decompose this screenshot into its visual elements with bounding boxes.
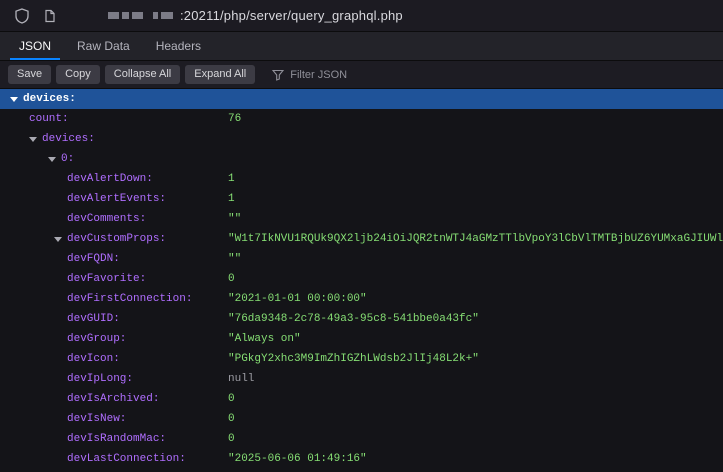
tree-row[interactable]: devLastConnection: "2025-06-06 01:49:16" [0,449,723,469]
shield-icon[interactable] [10,4,34,28]
json-value: "76da9348-2c78-49a3-95c8-541bbe0a43fc" [228,313,479,325]
tree-row[interactable]: devIsNew: 0 [0,409,723,429]
tree-row-devices-array[interactable]: devices: [0,129,723,149]
tree-row[interactable]: devFQDN: "" [0,249,723,269]
tree-row[interactable]: devIsRandomMac: 0 [0,429,723,449]
json-key: devCustomProps: [67,233,166,245]
tree-row[interactable]: devFavorite: 0 [0,269,723,289]
filter-funnel-icon [272,69,284,81]
tree-row[interactable]: devAlertDown: 1 [0,169,723,189]
json-value: 1 [228,193,235,205]
filter-json-input[interactable] [290,69,420,81]
tree-row[interactable]: devGroup: "Always on" [0,329,723,349]
json-tree: devices: count: 76 devices: 0: devAlertD… [0,89,723,469]
tab-raw-data[interactable]: Raw Data [64,32,143,60]
tree-row[interactable]: devGUID: "76da9348-2c78-49a3-95c8-541bbe… [0,309,723,329]
expand-toggle-icon[interactable] [54,237,67,242]
expand-toggle-icon[interactable] [29,137,42,142]
json-key: devAlertDown: [67,173,153,185]
tree-row-dev-custom-props[interactable]: devCustomProps: "W1t7IkNVU1RQUk9QX2ljb24… [0,229,723,249]
collapse-all-button[interactable]: Collapse All [105,65,180,84]
page-security-icon[interactable] [38,4,62,28]
json-value: "2025-06-06 01:49:16" [228,453,367,465]
expand-all-button[interactable]: Expand All [185,65,255,84]
tree-row[interactable]: devComments: "" [0,209,723,229]
json-value: "" [228,213,241,225]
json-value: 76 [228,113,241,125]
json-key: devIsNew: [67,413,126,425]
json-value: "" [228,253,241,265]
json-key: devIpLong: [67,373,133,385]
json-key: devices: [23,93,76,105]
json-key: devFavorite: [67,273,146,285]
json-key: devLastConnection: [67,453,186,465]
tree-row-devices-root[interactable]: devices: [0,89,723,109]
copy-button[interactable]: Copy [56,65,100,84]
url-text: :20211/php/server/query_graphql.php [180,8,403,23]
json-key: devGroup: [67,333,126,345]
tree-row[interactable]: devFirstConnection: "2021-01-01 00:00:00… [0,289,723,309]
json-value: "Always on" [228,333,301,345]
redacted-host [108,12,173,19]
json-key: devAlertEvents: [67,193,166,205]
json-value: 1 [228,173,235,185]
json-value: null [228,373,254,385]
tree-row[interactable]: devIcon: "PGkgY2xhc3M9ImZhIGZhLWdsb2JlIj… [0,349,723,369]
json-key: devIcon: [67,353,120,365]
tree-row-count[interactable]: count: 76 [0,109,723,129]
json-value: "2021-01-01 00:00:00" [228,293,367,305]
tree-row-item-0[interactable]: 0: [0,149,723,169]
json-value: 0 [228,393,235,405]
json-value: 0 [228,273,235,285]
tree-row[interactable]: devAlertEvents: 1 [0,189,723,209]
tab-headers[interactable]: Headers [143,32,214,60]
tab-json[interactable]: JSON [6,32,64,60]
json-key: devComments: [67,213,146,225]
filter-box[interactable] [272,69,420,81]
json-key: devices: [42,133,95,145]
json-key: 0: [61,153,74,165]
tree-row[interactable]: devIsArchived: 0 [0,389,723,409]
json-key: devIsArchived: [67,393,159,405]
viewer-tabbar: JSON Raw Data Headers [0,32,723,61]
json-key: devIsRandomMac: [67,433,166,445]
expand-toggle-icon[interactable] [48,157,61,162]
json-value: "W1t7IkNVU1RQUk9QX2ljb24iOiJQR2tnWTJ4aGM… [228,233,723,245]
json-toolbar: Save Copy Collapse All Expand All [0,61,723,89]
expand-toggle-icon[interactable] [10,97,23,102]
json-key: devFQDN: [67,253,120,265]
json-key: count: [29,113,69,125]
tree-row[interactable]: devIpLong: null [0,369,723,389]
json-value: 0 [228,413,235,425]
json-key: devFirstConnection: [67,293,192,305]
json-value: "PGkgY2xhc3M9ImZhIGZhLWdsb2JlIj48L2k+" [228,353,479,365]
save-button[interactable]: Save [8,65,51,84]
json-key: devGUID: [67,313,120,325]
address-bar[interactable]: :20211/php/server/query_graphql.php [0,0,723,32]
json-value: 0 [228,433,235,445]
